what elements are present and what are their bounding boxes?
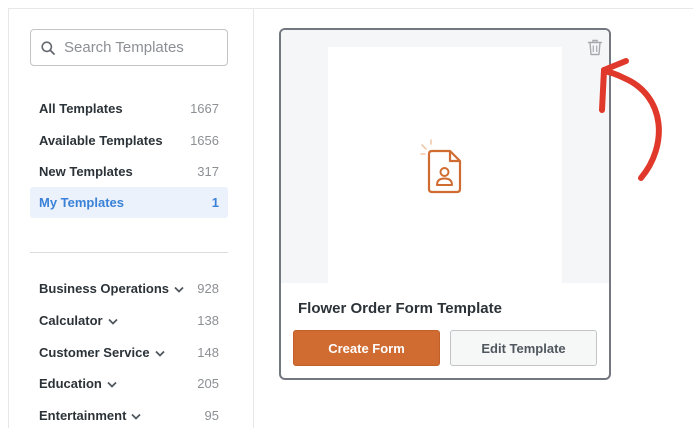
form-document-icon: [420, 139, 462, 194]
nav-item-count: 1656: [190, 133, 219, 148]
category-business-operations[interactable]: Business Operations 928: [30, 273, 228, 304]
nav-item-count: 1: [211, 195, 219, 210]
template-sidebar: All Templates 1667 Available Templates 1…: [8, 8, 254, 428]
preview-sheet: [328, 47, 562, 283]
category-label: Business Operations: [39, 281, 170, 296]
category-customer-service[interactable]: Customer Service 148: [30, 337, 228, 368]
chevron-down-icon: [107, 381, 117, 388]
nav-item-label: Available Templates: [39, 133, 163, 148]
create-form-button[interactable]: Create Form: [293, 330, 440, 366]
category-label: Calculator: [39, 313, 103, 328]
chevron-down-icon: [154, 350, 165, 357]
category-entertainment[interactable]: Entertainment 95: [30, 400, 228, 428]
nav-item-all-templates[interactable]: All Templates 1667: [30, 93, 228, 124]
search-icon: [41, 40, 55, 55]
nav-item-label: New Templates: [39, 164, 133, 179]
nav-item-available-templates[interactable]: Available Templates 1656: [30, 125, 228, 156]
top-border: [254, 8, 693, 9]
nav-item-label: All Templates: [39, 101, 123, 116]
category-count: 928: [197, 281, 219, 296]
category-calculator[interactable]: Calculator 138: [30, 305, 228, 336]
category-label: Entertainment: [39, 408, 127, 423]
template-card: Flower Order Form Template Create Form E…: [279, 28, 611, 380]
category-label: Customer Service: [39, 345, 150, 360]
category-education[interactable]: Education 205: [30, 368, 228, 399]
sidebar-divider: [30, 252, 228, 253]
edit-template-button[interactable]: Edit Template: [450, 330, 597, 366]
search-box[interactable]: [30, 29, 228, 66]
curved-arrow-icon: [599, 58, 662, 181]
category-count: 148: [197, 345, 219, 360]
search-input[interactable]: [64, 39, 214, 56]
nav-item-count: 317: [197, 164, 219, 179]
template-preview: [281, 30, 609, 283]
nav-item-new-templates[interactable]: New Templates 317: [30, 156, 228, 187]
chevron-down-icon: [174, 286, 184, 293]
nav-item-count: 1667: [190, 101, 219, 116]
category-count: 138: [197, 313, 219, 328]
category-count: 205: [197, 376, 219, 391]
chevron-down-icon: [107, 318, 118, 325]
nav-item-my-templates[interactable]: My Templates 1: [30, 187, 228, 218]
template-title: Flower Order Form Template: [298, 300, 502, 317]
category-count: 95: [204, 408, 219, 423]
chevron-down-icon: [131, 413, 142, 420]
nav-item-label: My Templates: [39, 195, 125, 210]
category-label: Education: [39, 376, 102, 391]
